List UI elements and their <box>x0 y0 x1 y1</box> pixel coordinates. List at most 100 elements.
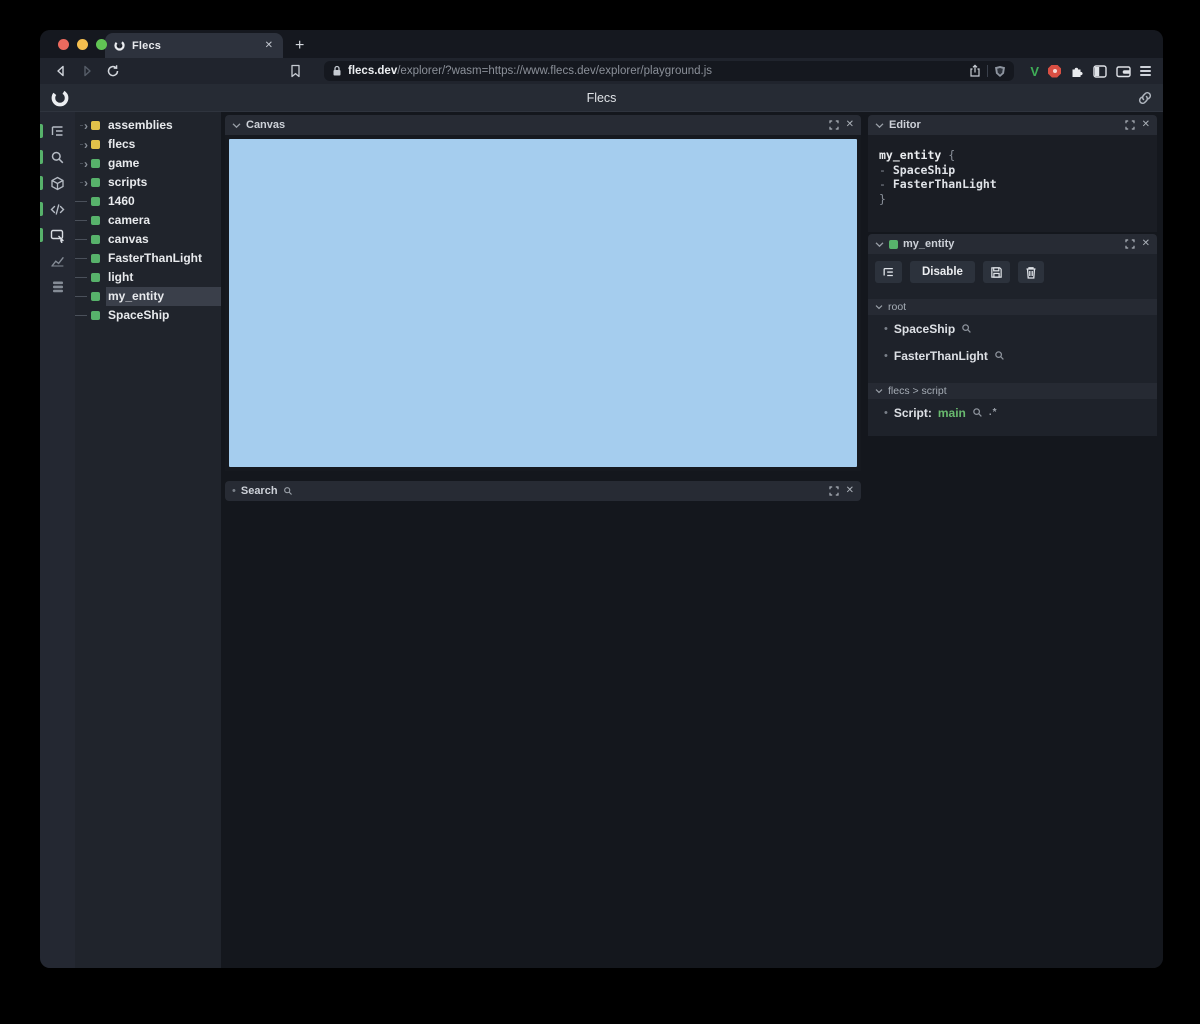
chevron-glyph: › <box>84 118 88 133</box>
tree-item-camera[interactable]: camera <box>75 211 221 230</box>
search-icon <box>283 487 292 495</box>
extensions-puzzle-icon[interactable] <box>1070 64 1084 78</box>
lock-icon <box>332 65 342 77</box>
chevron-right-icon[interactable]: › <box>75 157 91 171</box>
chevron-right-icon[interactable]: › <box>75 138 91 152</box>
expand-icon[interactable] <box>1125 120 1135 130</box>
sidebar-item-outliner[interactable] <box>40 118 75 144</box>
disable-button[interactable]: Disable <box>910 261 975 283</box>
save-button[interactable] <box>982 261 1010 283</box>
entity-color-square <box>91 197 100 206</box>
section-title: flecs > script <box>888 385 947 397</box>
section-header-flecs---script[interactable]: flecs > script <box>868 383 1157 399</box>
search-icon[interactable] <box>972 407 983 418</box>
bookmark-icon[interactable] <box>284 61 306 81</box>
section-header-root[interactable]: root <box>868 299 1157 315</box>
adblock-extension-icon[interactable] <box>1048 64 1061 78</box>
component-item[interactable]: • SpaceShip <box>868 315 1157 342</box>
tab-close-icon[interactable]: ✕ <box>263 40 275 51</box>
zoom-window-button[interactable] <box>96 39 107 50</box>
code-line: my_entity { <box>879 148 1146 163</box>
entity-color-square <box>91 178 100 187</box>
entity-color-square <box>91 216 100 225</box>
sidebar-item-code[interactable] <box>40 196 75 222</box>
close-icon[interactable]: ✕ <box>1142 120 1150 130</box>
browser-window: Flecs ✕ + flecs.dev/explorer/?wasm=https… <box>40 30 1163 968</box>
delete-button[interactable] <box>1017 261 1044 283</box>
entity-color-square <box>91 140 100 149</box>
chevron-down-icon[interactable] <box>875 304 883 310</box>
minimize-window-button[interactable] <box>77 39 88 50</box>
close-icon[interactable]: ✕ <box>1142 239 1150 249</box>
vimium-extension-icon[interactable]: V <box>1030 64 1039 79</box>
chevron-down-icon[interactable] <box>875 122 884 129</box>
regex-icon[interactable]: .* <box>989 407 998 418</box>
tree-item-my_entity[interactable]: my_entity <box>75 287 221 306</box>
expand-icon[interactable] <box>829 120 839 130</box>
close-icon[interactable]: ✕ <box>846 486 854 496</box>
code-segment: FasterThanLight <box>892 177 997 191</box>
tree-item-SpaceShip[interactable]: SpaceShip <box>75 306 221 325</box>
tree-item-game[interactable]: › game <box>75 154 221 173</box>
tree-item-scripts[interactable]: › scripts <box>75 173 221 192</box>
tree-connector <box>75 201 91 202</box>
expand-icon[interactable] <box>829 486 839 496</box>
tree-item-FasterThanLight[interactable]: FasterThanLight <box>75 249 221 268</box>
active-indicator <box>40 150 43 164</box>
canvas-panel-header[interactable]: Canvas ✕ <box>225 115 861 135</box>
tree-item-flecs[interactable]: › flecs <box>75 135 221 154</box>
tree-item-light[interactable]: light <box>75 268 221 287</box>
refresh-button[interactable] <box>102 61 124 81</box>
back-button[interactable] <box>50 61 72 81</box>
sidebar-item-entities[interactable] <box>40 170 75 196</box>
expand-icon[interactable] <box>1125 239 1135 249</box>
tree-item-label: game <box>108 156 140 170</box>
search-icon[interactable] <box>961 323 972 334</box>
close-window-button[interactable] <box>58 39 69 50</box>
search-panel-header[interactable]: • Search ✕ <box>225 481 861 501</box>
canvas-surface[interactable] <box>229 139 857 467</box>
entity-color-square <box>91 311 100 320</box>
sidebar-item-world[interactable] <box>40 274 75 300</box>
tree-item-canvas[interactable]: canvas <box>75 230 221 249</box>
sidebar-item-search[interactable] <box>40 144 75 170</box>
script-editor[interactable]: my_entity { - SpaceShip - FasterThanLigh… <box>868 135 1157 232</box>
urlbar-divider <box>987 65 988 77</box>
brave-shield-icon[interactable] <box>994 65 1006 78</box>
chevron-down-icon[interactable] <box>875 241 884 248</box>
search-icon[interactable] <box>994 350 1005 361</box>
share-link-icon[interactable] <box>1137 90 1153 106</box>
url-bar[interactable]: flecs.dev/explorer/?wasm=https://www.fle… <box>324 61 1014 81</box>
code-segment: - <box>879 162 893 177</box>
left-column: Canvas ✕ • Search ✕ <box>221 112 864 968</box>
tree-connector <box>75 315 91 316</box>
close-icon[interactable]: ✕ <box>846 120 854 130</box>
tree-view-button[interactable] <box>875 261 902 283</box>
inspector-panel-header[interactable]: my_entity ✕ <box>868 234 1157 254</box>
component-item[interactable]: • Script: main .* <box>868 399 1157 426</box>
sidebar-toggle-icon[interactable] <box>1093 64 1107 78</box>
tree-item-assemblies[interactable]: › assemblies <box>75 116 221 135</box>
tree-item-label: my_entity <box>106 287 221 306</box>
forward-button[interactable] <box>76 61 98 81</box>
wallet-icon[interactable] <box>1116 65 1131 78</box>
chevron-right-icon[interactable]: › <box>75 119 91 133</box>
section-title: root <box>888 301 907 313</box>
browser-tab[interactable]: Flecs ✕ <box>105 33 283 58</box>
sidebar-item-queries[interactable] <box>40 222 75 248</box>
tree-item-label: assemblies <box>108 118 173 132</box>
chevron-down-icon[interactable] <box>232 122 241 129</box>
search-panel: • Search ✕ <box>225 481 861 501</box>
share-icon[interactable] <box>969 64 981 78</box>
chevron-down-icon[interactable] <box>875 388 883 394</box>
sidebar-item-stats[interactable] <box>40 248 75 274</box>
code-segment: SpaceShip <box>892 162 956 177</box>
component-item[interactable]: • FasterThanLight <box>868 342 1157 369</box>
tree-item-1460[interactable]: 1460 <box>75 192 221 211</box>
chevron-right-icon[interactable]: › <box>75 176 91 190</box>
new-tab-button[interactable]: + <box>295 37 304 55</box>
tree-item-label: canvas <box>108 232 149 246</box>
tree-connector <box>75 296 91 297</box>
hamburger-menu-icon[interactable] <box>1140 66 1151 76</box>
editor-panel-header[interactable]: Editor ✕ <box>868 115 1157 135</box>
